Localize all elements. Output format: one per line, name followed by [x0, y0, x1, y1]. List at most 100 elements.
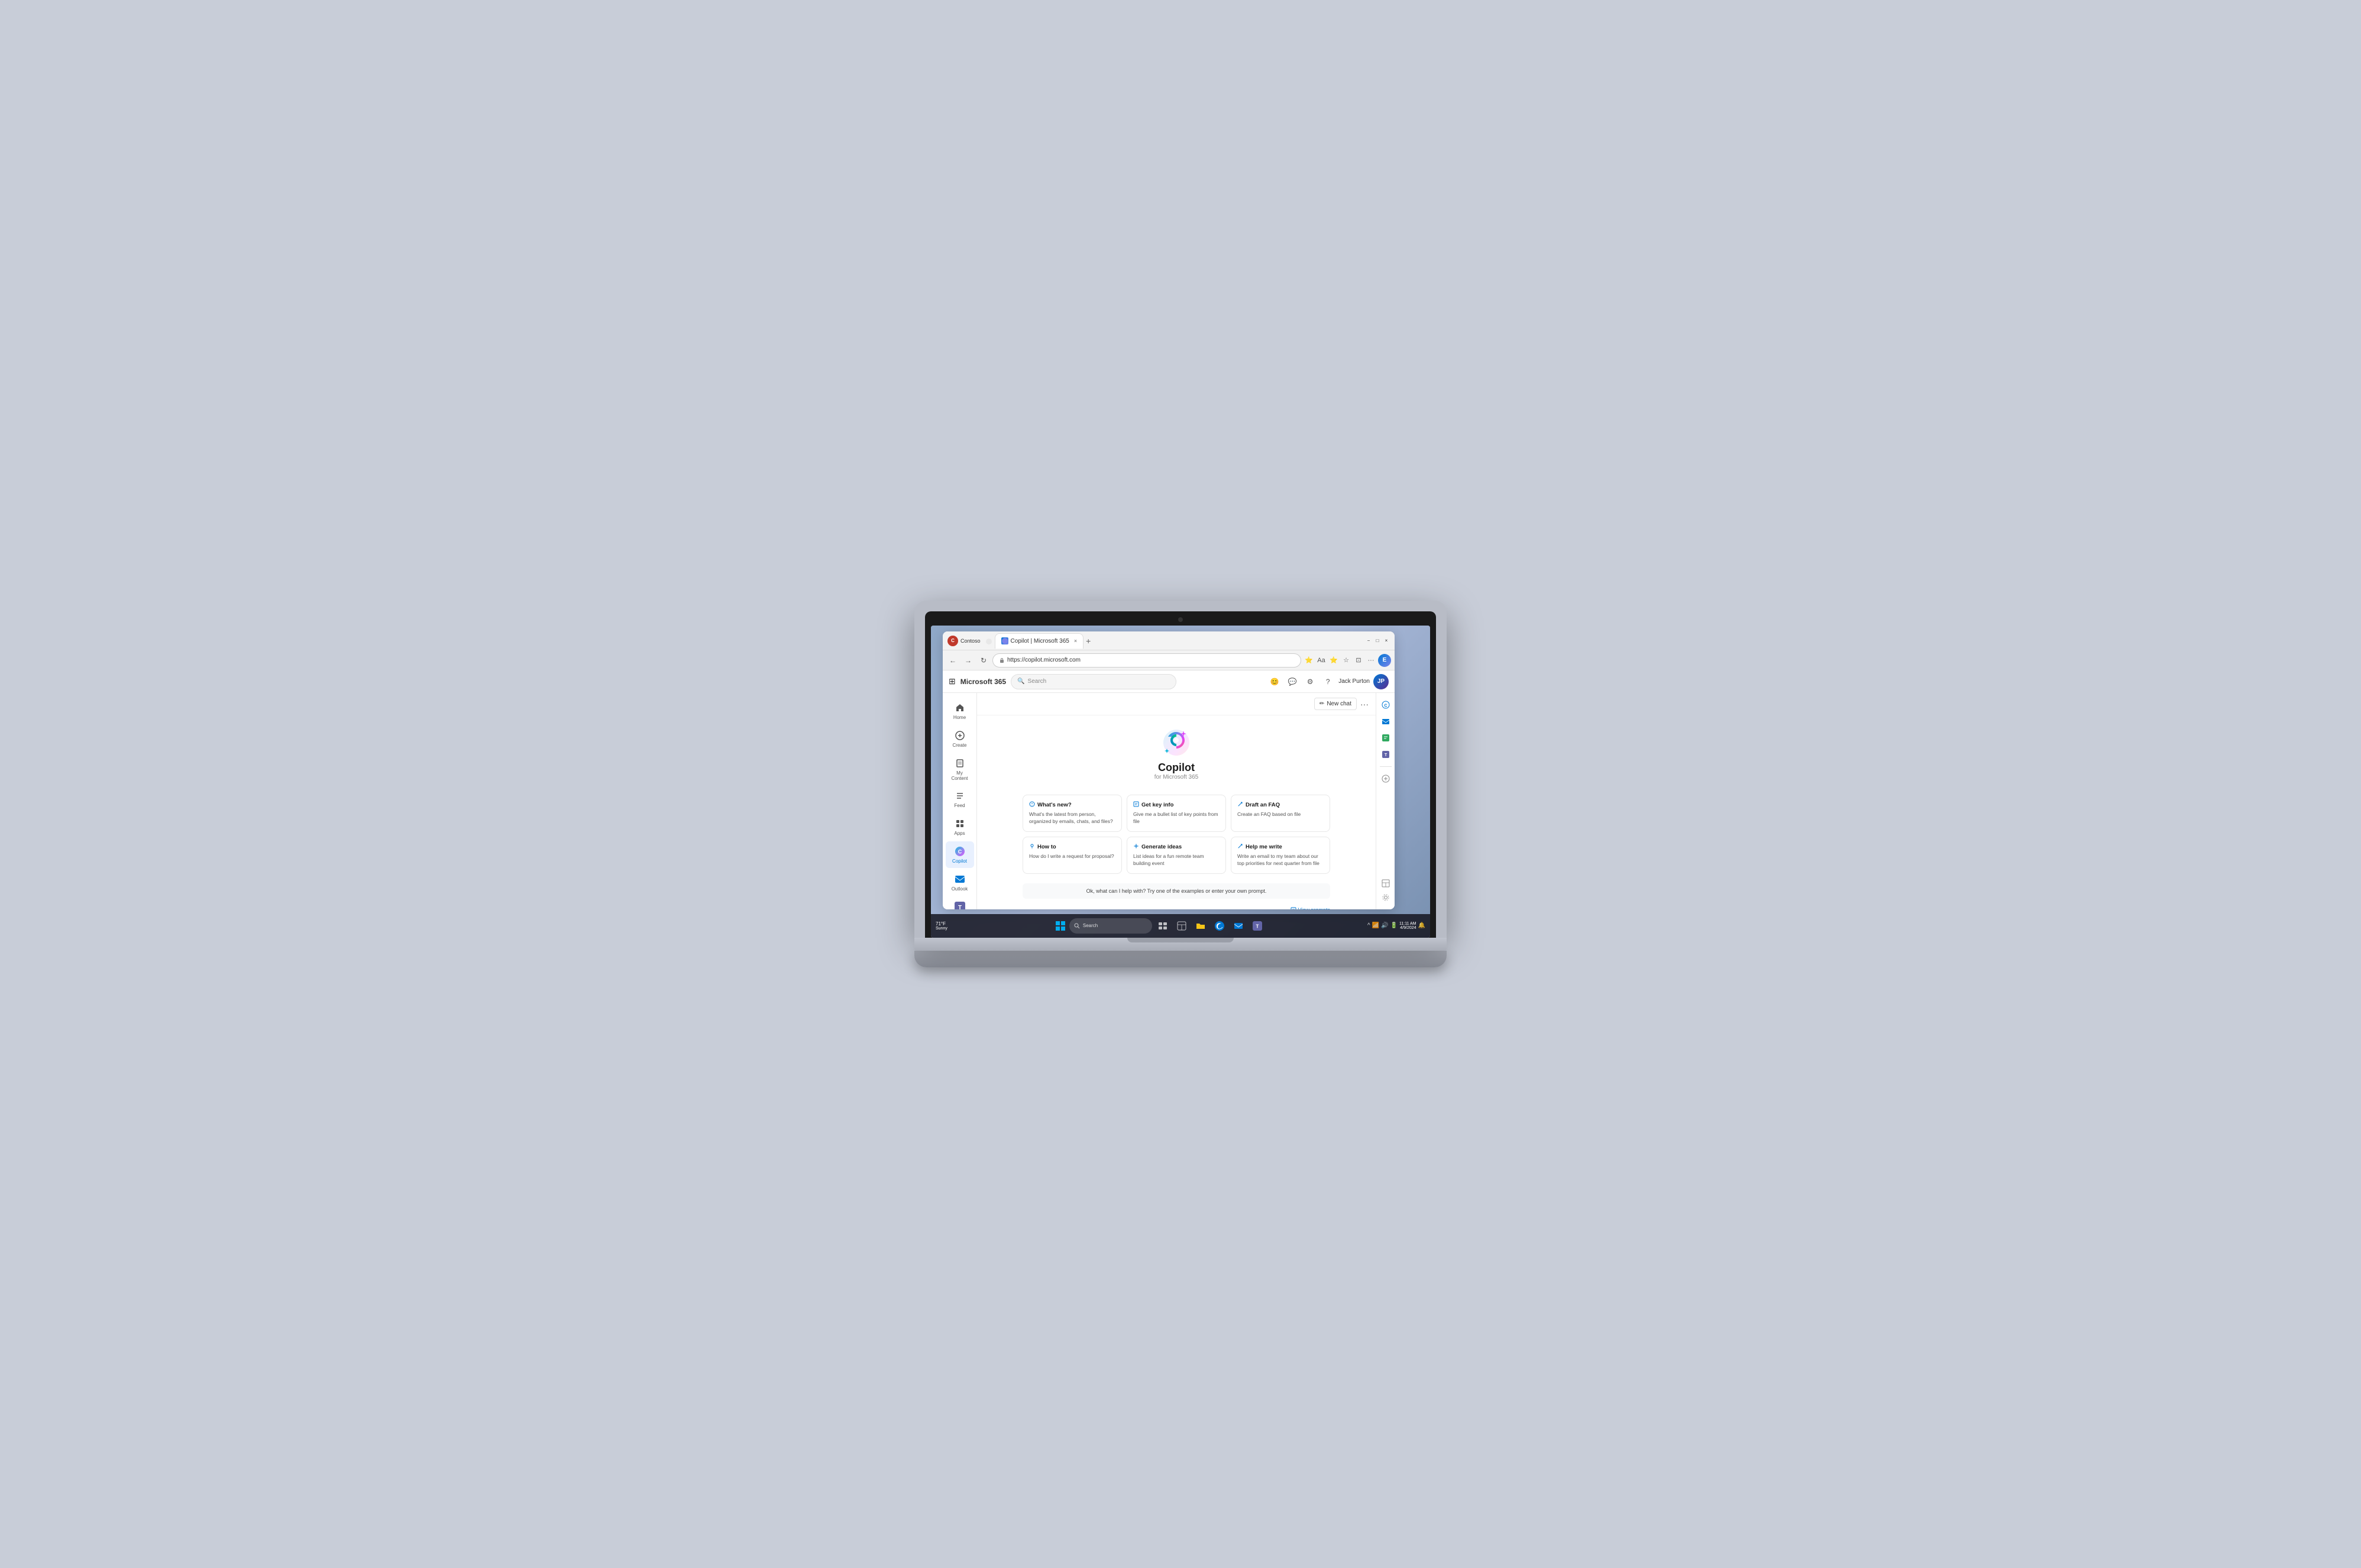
close-button[interactable]: ×	[1383, 637, 1390, 644]
edge-outlook-icon[interactable]	[1379, 714, 1393, 728]
battery-icon[interactable]: 🔋	[1390, 922, 1398, 929]
chat-icon[interactable]: 💬	[1285, 675, 1299, 689]
edge-add-icon[interactable]	[1379, 772, 1393, 786]
card-draft-faq-title: Draft an FAQ	[1237, 801, 1324, 809]
copilot-content-area: ✏ New chat ···	[977, 693, 1376, 909]
weather-temp: 71°F	[936, 921, 947, 926]
help-icon[interactable]: ?	[1321, 675, 1335, 689]
edge-teams-icon[interactable]: T	[1379, 747, 1393, 762]
sidebar-item-home[interactable]: Home	[946, 698, 974, 724]
start-button[interactable]	[1054, 919, 1067, 932]
teams-icon: T	[953, 900, 966, 909]
copilot-main-area: Copilot for Microsoft 365	[977, 715, 1376, 909]
file-explorer-button[interactable]	[1192, 918, 1209, 934]
search-icon: 🔍	[1017, 678, 1024, 685]
prompt-card-whats-new[interactable]: What's new? What's the latest from perso…	[1023, 795, 1122, 832]
edge-layout-icon[interactable]	[1379, 876, 1393, 890]
notification-icon[interactable]: 🔔	[1418, 922, 1425, 929]
sidebar-item-outlook[interactable]: Outlook	[946, 869, 974, 896]
copilot-title: Copilot	[1158, 762, 1195, 774]
edge-copilot-icon[interactable]: C	[1379, 698, 1393, 712]
edge-planner-icon[interactable]	[1379, 731, 1393, 745]
card-how-to-title: How to	[1029, 843, 1115, 851]
copilot-sidebar-icon: C	[953, 845, 966, 858]
sidebar-outlook-label: Outlook	[952, 887, 968, 892]
user-name: Jack Purton	[1338, 678, 1370, 685]
edge-divider	[1380, 766, 1392, 767]
window-controls: − □ ×	[1365, 637, 1390, 644]
address-bar[interactable]: https://copilot.microsoft.com	[992, 653, 1301, 668]
chevron-up-icon[interactable]: ^	[1367, 922, 1370, 929]
sidebar-item-apps[interactable]: Apps	[946, 814, 974, 840]
contoso-profile[interactable]: C Contoso	[947, 636, 981, 646]
more-options-button[interactable]: ···	[1360, 699, 1369, 709]
taskview-icon	[1158, 921, 1167, 931]
card-get-key-title: Get key info	[1133, 801, 1220, 809]
taskview-button[interactable]	[1154, 918, 1171, 934]
card-help-write-title: Help me write	[1237, 843, 1324, 851]
prompt-card-get-key-info[interactable]: Get key info Give me a bullet list of ke…	[1127, 795, 1226, 832]
topbar-actions: 😊 💬 ⚙ ? Jack Purton JP	[1267, 674, 1389, 689]
prompt-card-generate-ideas[interactable]: Generate ideas List ideas for a fun remo…	[1127, 837, 1226, 874]
view-prompts-button[interactable]: View prompts	[1291, 907, 1330, 909]
weather-condition: Sunny	[936, 926, 947, 931]
wifi-icon[interactable]: 📶	[1372, 922, 1379, 929]
sidebar-item-teams[interactable]: T Teams	[946, 897, 974, 909]
contoso-name: Contoso	[960, 638, 981, 644]
settings-icon[interactable]: ⚙	[1303, 675, 1317, 689]
browser-menu-icon[interactable]: ···	[1366, 655, 1376, 666]
prompt-card-how-to[interactable]: How to How do I write a request for prop…	[1023, 837, 1122, 874]
refresh-button[interactable]: ↻	[977, 654, 990, 667]
sidebar-item-copilot[interactable]: C Copilot	[946, 841, 974, 868]
prompt-card-draft-faq[interactable]: Draft an FAQ Create an FAQ based on file	[1231, 795, 1330, 832]
draft-faq-icon	[1237, 801, 1243, 809]
share-icon[interactable]: ⭐	[1328, 655, 1339, 666]
tab-close-button[interactable]: ×	[1074, 638, 1077, 644]
widgets-button[interactable]	[1173, 918, 1190, 934]
volume-icon[interactable]: 🔊	[1381, 922, 1388, 929]
svg-text:T: T	[1384, 753, 1387, 757]
minimize-button[interactable]: −	[1365, 637, 1372, 644]
sidebar-feed-label: Feed	[954, 804, 965, 809]
browser-active-tab[interactable]: Copilot | Microsoft 365 ×	[995, 633, 1084, 649]
sidebar-item-create[interactable]: Create	[946, 725, 974, 752]
taskbar-search-box[interactable]: Search	[1069, 918, 1152, 934]
back-button[interactable]: ←	[946, 654, 959, 667]
favorites-icon[interactable]: ⭐	[1304, 655, 1314, 666]
whats-new-icon	[1029, 801, 1035, 809]
sidebar-mycontent-label: My Content	[948, 771, 972, 782]
svg-text:C: C	[958, 849, 962, 855]
tab-copilot-favicon	[1001, 637, 1008, 644]
emoji-icon[interactable]: 😊	[1267, 675, 1282, 689]
card-draft-faq-desc: Create an FAQ based on file	[1237, 811, 1324, 818]
maximize-button[interactable]: □	[1374, 637, 1381, 644]
generate-ideas-icon	[1133, 843, 1139, 851]
copilot-logo-area: Copilot for Microsoft 365	[1154, 727, 1198, 780]
teams-taskbar-button[interactable]: T	[1249, 918, 1266, 934]
outlook-icon	[953, 873, 966, 886]
view-prompts-label: View prompts	[1298, 907, 1330, 909]
forward-button[interactable]: →	[962, 654, 975, 667]
user-avatar[interactable]: JP	[1373, 674, 1389, 689]
collections-icon[interactable]: ☆	[1341, 655, 1351, 666]
new-tab-button[interactable]: +	[1086, 636, 1091, 646]
extensions-icon[interactable]: ⊡	[1353, 655, 1364, 666]
new-chat-button[interactable]: ✏ New chat	[1314, 698, 1357, 710]
edge-profile-icon[interactable]: E	[1378, 654, 1391, 667]
toolbar-actions: ⭐ Aa ⭐ ☆ ⊡ ··· E	[1304, 654, 1391, 667]
edge-settings-icon[interactable]	[1379, 890, 1393, 905]
outlook-taskbar-button[interactable]	[1230, 918, 1247, 934]
sidebar-item-feed[interactable]: Feed	[946, 786, 974, 812]
waffle-menu-icon[interactable]: ⊞	[949, 676, 956, 686]
read-aloud-icon[interactable]: Aa	[1316, 655, 1327, 666]
prompt-card-help-write[interactable]: Help me write Write an email to my team …	[1231, 837, 1330, 874]
feed-icon	[953, 789, 966, 802]
sidebar-item-mycontent[interactable]: My Content	[946, 753, 974, 785]
svg-text:C: C	[1384, 704, 1387, 708]
outlook-taskbar-icon	[1234, 921, 1243, 931]
m365-search-box[interactable]: 🔍 Search	[1011, 674, 1176, 689]
help-write-icon	[1237, 843, 1243, 851]
clock-date: 4/9/2024	[1399, 926, 1416, 930]
edge-browser-button[interactable]	[1211, 918, 1228, 934]
taskbar-clock[interactable]: 11:11 AM 4/9/2024	[1399, 922, 1416, 930]
